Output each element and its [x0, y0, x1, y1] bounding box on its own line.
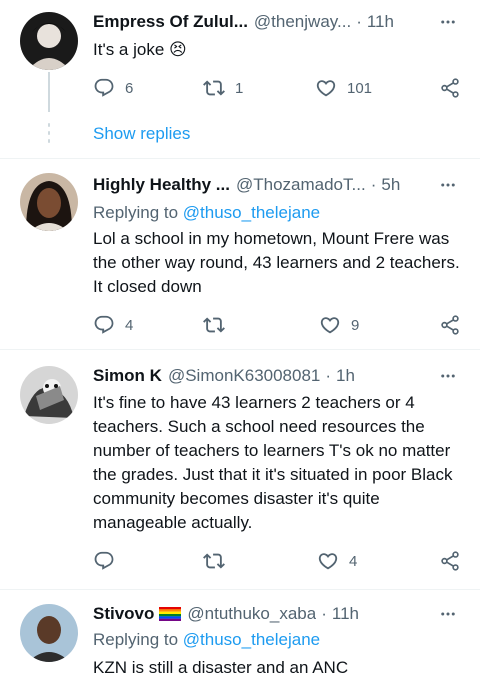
more-icon[interactable] [436, 173, 460, 197]
retweet-button[interactable]: 1 [203, 76, 243, 100]
tweet-actions: 4 9 [93, 313, 465, 337]
share-button[interactable] [439, 313, 461, 337]
like-icon [320, 317, 340, 334]
tweet-1[interactable]: Empress Of Zulul... @thenjway... · 11h I… [0, 0, 480, 160]
avatar-image [20, 173, 78, 231]
avatar-image [20, 604, 78, 662]
timestamp[interactable]: 1h [336, 366, 355, 386]
replying-to: Replying to @thuso_thelejane [93, 203, 320, 223]
tweet-text: It's a joke 😣 [93, 40, 187, 59]
user-handle[interactable]: @ntuthuko_xaba [187, 604, 316, 624]
replying-to-handle[interactable]: @thuso_thelejane [183, 630, 320, 649]
timestamp[interactable]: 11h [367, 12, 394, 32]
more-icon[interactable] [436, 602, 460, 626]
tweet-text: Lol a school in my hometown, Mount Frere… [93, 229, 460, 296]
rainbow-flag-icon [159, 607, 182, 621]
replying-prefix: Replying to [93, 203, 179, 222]
tweet-header: Empress Of Zulul... @thenjway... · 11h [93, 10, 460, 34]
replying-to: Replying to @thuso_thelejane [93, 630, 320, 650]
like-count: 4 [349, 552, 358, 570]
thread-line [48, 72, 50, 112]
reply-count: 6 [125, 79, 134, 97]
tweet-3[interactable]: Simon K @SimonK63008081 · 1h It's fine t… [0, 350, 480, 590]
tweet-2[interactable]: Highly Healthy ... @ThozamadoT... · 5h R… [0, 159, 480, 349]
tweet-header: Stivovo @ntuthuko_xaba · 11h [93, 602, 460, 626]
thread-dot [48, 131, 50, 135]
reply-button[interactable]: 4 [93, 313, 133, 337]
reply-button[interactable]: 6 [93, 76, 133, 100]
like-button[interactable]: 101 [315, 76, 372, 100]
retweet-button[interactable] [203, 549, 225, 573]
avatar-image [20, 12, 78, 70]
like-count: 9 [351, 316, 360, 334]
retweet-button[interactable] [203, 313, 225, 337]
like-button[interactable]: 4 [317, 549, 357, 573]
tweet-text: KZN is still a disaster and an ANC [93, 658, 349, 677]
separator-dot: · [370, 175, 377, 194]
replying-prefix: Replying to [93, 630, 179, 649]
reply-button[interactable] [93, 549, 115, 573]
user-handle[interactable]: @thenjway... [254, 12, 351, 32]
display-name[interactable]: Highly Healthy ... [93, 175, 230, 195]
display-name[interactable]: Stivovo [93, 604, 154, 624]
share-icon [441, 315, 459, 335]
share-icon [441, 78, 459, 98]
timestamp[interactable]: 11h [332, 604, 359, 624]
share-button[interactable] [439, 549, 461, 573]
tweet-header: Highly Healthy ... @ThozamadoT... · 5h [93, 173, 460, 197]
tweet-header: Simon K @SimonK63008081 · 1h [93, 364, 460, 388]
tweet-4[interactable]: Stivovo @ntuthuko_xaba · 11h Replying to… [0, 590, 480, 700]
separator-dot: · [356, 12, 362, 31]
like-button[interactable]: 9 [319, 313, 359, 337]
avatar[interactable] [20, 12, 78, 70]
separator-dot: · [325, 366, 332, 385]
display-name[interactable]: Simon K [93, 366, 162, 386]
replying-to-handle[interactable]: @thuso_thelejane [183, 203, 320, 222]
like-count: 101 [347, 79, 373, 97]
share-button[interactable] [439, 76, 461, 100]
avatar[interactable] [20, 173, 78, 231]
separator-dot: · [321, 604, 327, 623]
tweet-actions: 4 [93, 549, 465, 573]
thread-dot [48, 139, 50, 143]
like-icon [318, 553, 338, 570]
reply-count: 4 [125, 316, 134, 334]
user-handle[interactable]: @SimonK63008081 [168, 366, 320, 386]
retweet-icon [203, 553, 225, 569]
thread-dot [48, 123, 50, 127]
retweet-icon [203, 80, 225, 96]
avatar[interactable] [20, 604, 78, 662]
reply-icon [94, 78, 114, 97]
avatar-image [20, 366, 78, 424]
retweet-count: 1 [235, 79, 244, 97]
show-replies-link[interactable]: Show replies [93, 124, 190, 144]
user-handle[interactable]: @ThozamadoT... [236, 175, 366, 195]
reply-icon [94, 315, 114, 334]
avatar[interactable] [20, 366, 78, 424]
display-name[interactable]: Empress Of Zulul... [93, 12, 248, 32]
tweet-text: It's fine to have 43 learners 2 teachers… [93, 393, 453, 532]
more-icon[interactable] [436, 364, 460, 388]
share-icon [441, 551, 459, 571]
tweet-actions: 6 1 101 [93, 76, 465, 100]
reply-icon [94, 551, 114, 570]
timestamp[interactable]: 5h [381, 175, 400, 195]
more-icon[interactable] [436, 10, 460, 34]
like-icon [316, 80, 336, 97]
retweet-icon [203, 317, 225, 333]
